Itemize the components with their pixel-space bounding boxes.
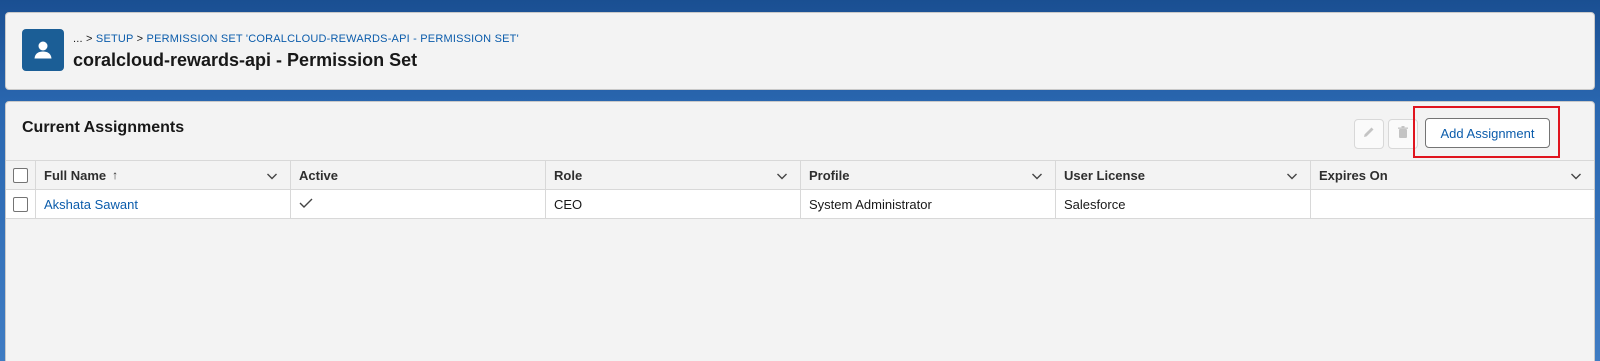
- assignments-table: Full Name ↑ Active Role Profile User Lic…: [6, 160, 1594, 219]
- select-all-cell: [6, 161, 36, 189]
- column-label: Active: [299, 167, 339, 183]
- sort-ascending-icon: ↑: [112, 168, 119, 182]
- expires-on-cell: [1311, 190, 1594, 218]
- profile-cell: System Administrator: [801, 190, 1056, 218]
- chevron-down-icon[interactable]: [266, 170, 278, 182]
- page-header: ... > SETUP > PERMISSION SET 'CORALCLOUD…: [5, 12, 1595, 90]
- checkmark-icon: [299, 197, 313, 212]
- trash-icon: [1396, 125, 1410, 144]
- pencil-icon: [1362, 125, 1376, 144]
- active-cell: [291, 190, 546, 218]
- breadcrumb-ellipsis[interactable]: ... >: [73, 33, 96, 45]
- select-all-checkbox[interactable]: [13, 167, 28, 183]
- column-label: Role: [554, 167, 583, 183]
- full-name-cell: Akshata Sawant: [36, 190, 291, 218]
- breadcrumb-separator: >: [133, 33, 147, 45]
- chevron-down-icon[interactable]: [1031, 170, 1043, 182]
- chevron-down-icon[interactable]: [1570, 170, 1582, 182]
- breadcrumb-permission-set-link[interactable]: PERMISSION SET 'CORALCLOUD-REWARDS-API -…: [147, 33, 519, 45]
- table-row: Akshata Sawant CEO System Administrator …: [6, 190, 1594, 219]
- section-title: Current Assignments: [22, 119, 185, 136]
- breadcrumb: ... > SETUP > PERMISSION SET 'CORALCLOUD…: [73, 33, 519, 45]
- column-label: Full Name: [44, 167, 107, 183]
- column-label: Profile: [809, 167, 850, 183]
- table-header-row: Full Name ↑ Active Role Profile User Lic…: [6, 160, 1594, 190]
- add-assignment-button[interactable]: Add Assignment: [1425, 118, 1550, 148]
- current-assignments-panel: Current Assignments Add Assignment Full …: [5, 101, 1595, 361]
- column-header-active[interactable]: Active: [291, 161, 546, 189]
- column-header-expires-on[interactable]: Expires On: [1311, 161, 1594, 189]
- row-checkbox[interactable]: [13, 196, 28, 212]
- column-header-profile[interactable]: Profile: [801, 161, 1056, 189]
- user-icon: [22, 29, 64, 71]
- chevron-down-icon[interactable]: [776, 170, 788, 182]
- column-header-full-name[interactable]: Full Name ↑: [36, 161, 291, 189]
- user-license-cell: Salesforce: [1056, 190, 1311, 218]
- column-header-role[interactable]: Role: [546, 161, 801, 189]
- page-title: coralcloud-rewards-api - Permission Set: [73, 50, 418, 70]
- column-header-user-license[interactable]: User License: [1056, 161, 1311, 189]
- column-label: User License: [1064, 167, 1145, 183]
- row-select-cell: [6, 190, 36, 218]
- column-label: Expires On: [1319, 167, 1388, 183]
- breadcrumb-setup-link[interactable]: SETUP: [96, 33, 133, 45]
- chevron-down-icon[interactable]: [1286, 170, 1298, 182]
- role-cell: CEO: [546, 190, 801, 218]
- edit-button[interactable]: [1354, 119, 1384, 149]
- user-name-link[interactable]: Akshata Sawant: [44, 197, 138, 212]
